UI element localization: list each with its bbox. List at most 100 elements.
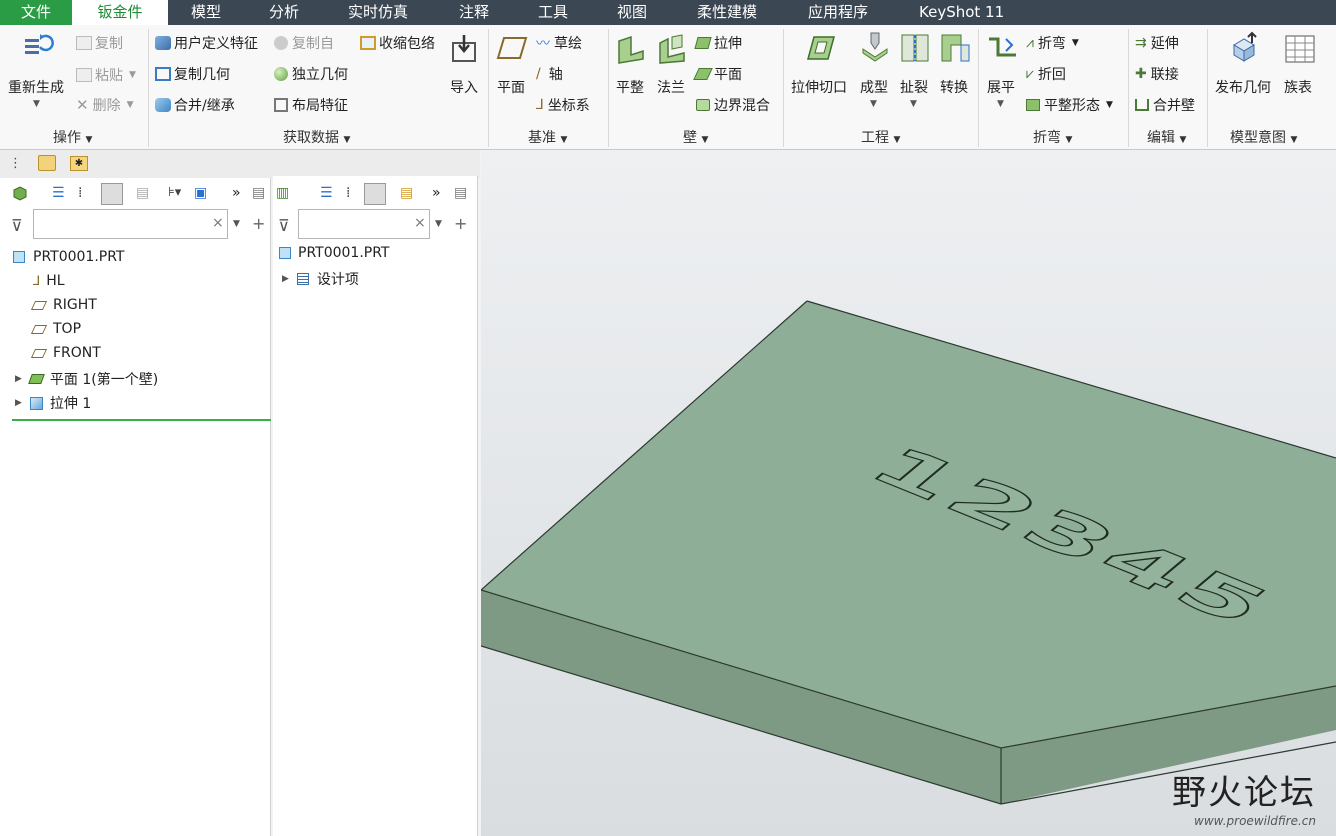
group-label-engineering[interactable]: 工程 ▼ bbox=[861, 127, 900, 147]
tree-columns-icon[interactable]: ☰ bbox=[52, 185, 70, 203]
tree-item-planar-wall[interactable]: ▶ 平面 1(第一个壁) bbox=[15, 369, 158, 389]
wall-planar-button[interactable]: 平面 bbox=[693, 64, 742, 84]
extend-button[interactable]: ⇉ 延伸 bbox=[1135, 33, 1179, 53]
family-table-button[interactable]: 族表 bbox=[1284, 77, 1312, 97]
group-label-wall[interactable]: 壁 ▼ bbox=[683, 127, 708, 147]
regenerate-button[interactable]: 重新生成 bbox=[8, 77, 64, 97]
group-label-edit[interactable]: 编辑 ▼ bbox=[1147, 127, 1186, 147]
tab-sheetmetal[interactable]: 钣金件 bbox=[72, 0, 168, 25]
regenerate-dropdown[interactable]: ▼ bbox=[33, 99, 40, 109]
tree-icon[interactable]: ▥ bbox=[276, 185, 294, 203]
detail-tree-root[interactable]: PRT0001.PRT bbox=[279, 245, 390, 261]
tree-filter-icon[interactable]: ⁞ bbox=[78, 185, 96, 203]
group-label-operations[interactable]: 操作 ▼ bbox=[53, 127, 92, 147]
bend-back-button[interactable]: ⩗ 折回 bbox=[1026, 64, 1066, 84]
favorites-tab-icon[interactable]: ✱ bbox=[70, 156, 88, 171]
csys-button[interactable]: ⅃ 坐标系 bbox=[536, 95, 590, 115]
properties-icon[interactable]: ▤ bbox=[252, 185, 270, 203]
expand-arrow-icon[interactable]: ▶ bbox=[15, 374, 22, 384]
clear-search-icon[interactable]: × bbox=[414, 215, 426, 231]
more-icon[interactable]: » bbox=[432, 185, 450, 203]
tab-model[interactable]: 模型 bbox=[191, 0, 221, 25]
import-button[interactable]: 导入 bbox=[450, 77, 478, 97]
layer-icon[interactable]: ▤ bbox=[400, 185, 418, 203]
sort-icon[interactable]: ⊧▾ bbox=[168, 185, 186, 203]
extrude-cut-button[interactable]: 拉伸切口 bbox=[791, 77, 847, 97]
wall-extrude-button[interactable]: 拉伸 bbox=[694, 33, 742, 53]
group-label-datum[interactable]: 基准 ▼ bbox=[528, 127, 567, 147]
udf-button[interactable]: 用户定义特征 bbox=[155, 33, 258, 53]
delete-button[interactable]: ✕ 删除 ▼ bbox=[76, 95, 134, 115]
show-icon[interactable] bbox=[12, 185, 30, 203]
filter-icon[interactable]: ⊽ bbox=[278, 216, 290, 235]
detail-tree-search-input[interactable] bbox=[298, 209, 430, 239]
tab-file[interactable]: 文件 bbox=[0, 0, 72, 25]
tab-annotate[interactable]: 注释 bbox=[459, 0, 489, 25]
publish-geometry-button[interactable]: 发布几何 bbox=[1215, 77, 1271, 97]
copy-geometry-button[interactable]: 复制几何 bbox=[155, 64, 230, 84]
tab-tools[interactable]: 工具 bbox=[538, 0, 568, 25]
copy-from-button[interactable]: 复制自 bbox=[274, 33, 334, 53]
tree-root-part[interactable]: PRT0001.PRT bbox=[13, 249, 125, 265]
paste-button[interactable]: 粘贴 ▼ bbox=[76, 65, 136, 85]
merge-walls-button[interactable]: 合并壁 bbox=[1135, 95, 1195, 115]
tree-item-right[interactable]: RIGHT bbox=[30, 297, 97, 313]
search-options-dropdown[interactable]: ▼ bbox=[435, 219, 442, 229]
more-icon[interactable]: » bbox=[232, 185, 250, 203]
add-filter-icon[interactable]: + bbox=[252, 214, 265, 233]
model-tree-tab-icon[interactable]: ⋮ bbox=[9, 156, 27, 174]
flange-button[interactable]: 法兰 bbox=[657, 77, 685, 97]
unbend-button[interactable]: 展平 bbox=[987, 77, 1015, 97]
family-table-icon[interactable] bbox=[1285, 35, 1315, 67]
flat-wall-button[interactable]: 平整 bbox=[616, 77, 644, 97]
folder-browser-tab-icon[interactable] bbox=[38, 155, 56, 171]
unbend-icon[interactable] bbox=[986, 33, 1018, 67]
layer-icon[interactable]: ▤ bbox=[136, 185, 154, 203]
settings-table-icon[interactable] bbox=[364, 183, 386, 205]
copy-button[interactable]: 复制 bbox=[76, 33, 123, 53]
flange-icon[interactable] bbox=[656, 33, 686, 71]
tab-simulation[interactable]: 实时仿真 bbox=[348, 0, 408, 25]
add-filter-icon[interactable]: + bbox=[454, 214, 467, 233]
tab-view[interactable]: 视图 bbox=[617, 0, 647, 25]
form-icon[interactable] bbox=[859, 31, 891, 67]
boundary-blend-button[interactable]: 边界混合 bbox=[696, 95, 770, 115]
tab-keyshot[interactable]: KeyShot 11 bbox=[919, 0, 1004, 25]
search-options-dropdown[interactable]: ▼ bbox=[233, 219, 240, 229]
extrude-cut-icon[interactable] bbox=[802, 33, 836, 67]
publish-geometry-icon[interactable] bbox=[1228, 31, 1260, 67]
group-label-get-data[interactable]: 获取数据 ▼ bbox=[283, 127, 350, 147]
form-button[interactable]: 成型 bbox=[860, 77, 888, 97]
settings-table-icon[interactable] bbox=[101, 183, 123, 205]
plane-button[interactable]: 平面 bbox=[497, 77, 525, 97]
layout-feature-button[interactable]: 布局特征 bbox=[274, 95, 348, 115]
group-label-model-intent[interactable]: 模型意图 ▼ bbox=[1230, 127, 1297, 147]
tab-applications[interactable]: 应用程序 bbox=[808, 0, 868, 25]
insert-here-marker[interactable] bbox=[12, 419, 271, 421]
filter-icon[interactable]: ⊽ bbox=[11, 216, 23, 235]
expand-arrow-icon[interactable]: ▶ bbox=[282, 274, 289, 284]
sketch-button[interactable]: 〰草绘 bbox=[536, 33, 582, 53]
tree-columns-icon[interactable]: ☰ bbox=[320, 185, 338, 203]
join-button[interactable]: ✚ 联接 bbox=[1135, 64, 1179, 84]
tree-item-extrude[interactable]: ▶ 拉伸 1 bbox=[15, 393, 91, 413]
expand-arrow-icon[interactable]: ▶ bbox=[15, 398, 22, 408]
tree-item-top[interactable]: TOP bbox=[30, 321, 81, 337]
model-tree-search-input[interactable] bbox=[33, 209, 228, 239]
convert-button[interactable]: 转换 bbox=[940, 77, 968, 97]
tree-item-front[interactable]: FRONT bbox=[30, 345, 101, 361]
shrinkwrap-button[interactable]: 收缩包络 bbox=[360, 33, 435, 53]
flat-wall-icon[interactable] bbox=[615, 33, 645, 71]
tree-item-hl[interactable]: ⅃ HL bbox=[33, 273, 65, 289]
merge-inherit-button[interactable]: 合并/继承 bbox=[155, 95, 235, 115]
rip-button[interactable]: 扯裂 bbox=[900, 77, 928, 97]
group-label-bend[interactable]: 折弯 ▼ bbox=[1033, 127, 1072, 147]
plane-icon[interactable] bbox=[496, 35, 528, 65]
graphics-viewport[interactable]: 12345 野火论坛 www.proewildfire.cn bbox=[481, 150, 1336, 836]
bend-button[interactable]: ⩘ 折弯 ▼ bbox=[1026, 33, 1079, 53]
clear-search-icon[interactable]: × bbox=[212, 215, 224, 231]
tab-analysis[interactable]: 分析 bbox=[269, 0, 299, 25]
properties-icon[interactable]: ▤ bbox=[454, 185, 472, 203]
detail-tree-design-items[interactable]: ▶ 设计项 bbox=[282, 269, 359, 289]
display-style-icon[interactable]: ▣ bbox=[194, 185, 212, 203]
